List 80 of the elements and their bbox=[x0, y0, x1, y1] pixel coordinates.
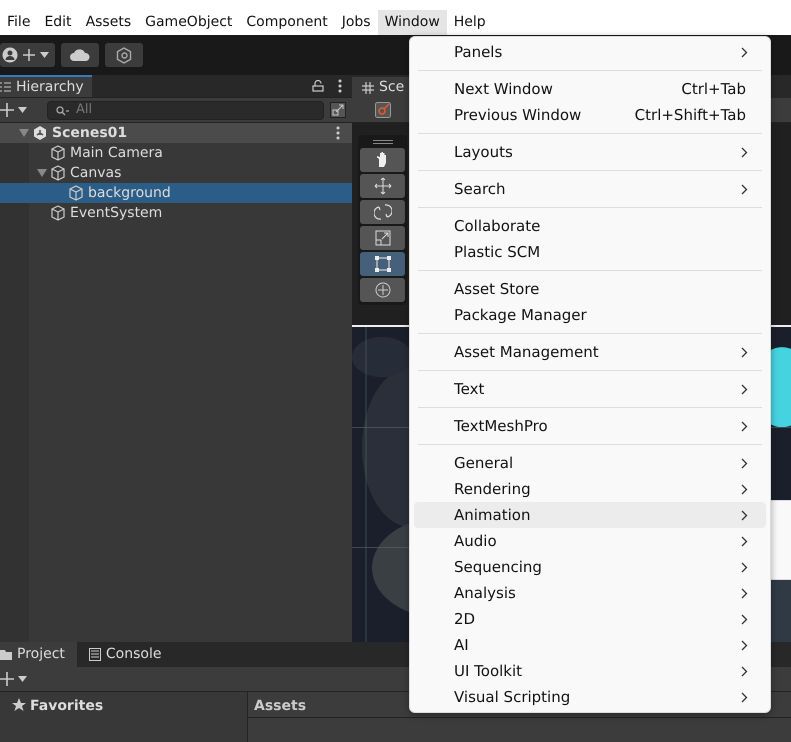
rect-tool-icon bbox=[374, 255, 392, 273]
favorites-label[interactable]: Favorites bbox=[30, 696, 104, 717]
star-icon bbox=[12, 698, 26, 712]
menu-item[interactable]: Jobs bbox=[334, 10, 378, 35]
menu-item[interactable]: Audio bbox=[414, 528, 766, 554]
gizmo-button[interactable] bbox=[372, 99, 394, 121]
menu-item[interactable]: Collaborate bbox=[414, 213, 766, 239]
menu-item[interactable]: UI Toolkit bbox=[414, 658, 766, 684]
plus-icon bbox=[22, 48, 36, 62]
menu-item[interactable]: Rendering bbox=[414, 476, 766, 502]
lock-icon[interactable] bbox=[312, 80, 324, 92]
expand-arrow-icon[interactable] bbox=[37, 169, 47, 177]
hexagon-icon bbox=[116, 46, 132, 64]
menu-item[interactable]: General bbox=[414, 450, 766, 476]
more-icon[interactable] bbox=[336, 126, 340, 140]
expand-icon[interactable] bbox=[330, 102, 346, 118]
menu-item[interactable]: Edit bbox=[37, 10, 79, 35]
tool-button[interactable] bbox=[360, 278, 405, 302]
menu-item[interactable]: Help bbox=[446, 10, 493, 35]
account-icon bbox=[2, 47, 18, 63]
list-icon bbox=[0, 82, 11, 92]
menu-item[interactable]: File bbox=[0, 10, 38, 35]
unity-icon bbox=[32, 125, 48, 141]
tool-button[interactable] bbox=[360, 226, 405, 250]
menu-item[interactable]: Asset Management bbox=[414, 339, 766, 365]
more-icon[interactable] bbox=[338, 79, 342, 93]
menu-item[interactable]: Window bbox=[378, 10, 447, 35]
cube-icon bbox=[50, 205, 66, 221]
shortcut-label: Ctrl+Shift+Tab bbox=[634, 104, 746, 126]
caret-icon bbox=[18, 107, 27, 113]
hierarchy-tab[interactable]: Hierarchy bbox=[0, 75, 92, 97]
search-field[interactable]: All bbox=[47, 100, 324, 120]
expand-arrow-icon[interactable] bbox=[19, 129, 29, 137]
shortcut-label: Ctrl+Tab bbox=[681, 78, 746, 100]
tool-button[interactable] bbox=[360, 174, 405, 198]
tool-button[interactable] bbox=[360, 148, 405, 172]
add-button[interactable] bbox=[0, 103, 27, 117]
menu-item[interactable]: Plastic SCM bbox=[414, 239, 766, 265]
plus-icon bbox=[0, 672, 14, 686]
menu-item[interactable]: Search bbox=[414, 176, 766, 202]
add-button[interactable] bbox=[0, 672, 27, 686]
gizmo-icon bbox=[375, 102, 391, 118]
caret-icon bbox=[40, 52, 49, 58]
menu-item[interactable]: 2D bbox=[414, 606, 766, 632]
menu-item[interactable]: Component bbox=[239, 10, 335, 35]
cube-icon bbox=[68, 185, 84, 201]
transform-icon bbox=[374, 281, 392, 299]
folder-icon bbox=[0, 649, 12, 660]
tool-button[interactable] bbox=[360, 252, 405, 276]
menu-item[interactable]: Package Manager bbox=[414, 302, 766, 328]
rotate-icon bbox=[374, 203, 392, 221]
menu-item[interactable]: Sequencing bbox=[414, 554, 766, 580]
scale-icon bbox=[374, 229, 392, 247]
version-control-button[interactable] bbox=[105, 43, 143, 67]
account-button[interactable] bbox=[0, 43, 55, 67]
menu-item[interactable]: Next Window Ctrl+Tab bbox=[414, 76, 766, 102]
plus-icon bbox=[0, 103, 14, 117]
panel-tab[interactable]: Project bbox=[0, 642, 77, 667]
menu-item[interactable]: Layouts bbox=[414, 139, 766, 165]
move-icon bbox=[374, 177, 392, 195]
cloud-icon bbox=[70, 49, 90, 61]
cloud-button[interactable] bbox=[61, 43, 99, 67]
cube-icon bbox=[50, 145, 66, 161]
menu-item[interactable]: Panels bbox=[414, 39, 766, 65]
menu-item[interactable]: Previous Window Ctrl+Shift+Tab bbox=[414, 102, 766, 128]
menu-item[interactable]: Text bbox=[414, 376, 766, 402]
tool-button[interactable] bbox=[360, 200, 405, 224]
cube-icon bbox=[50, 165, 66, 181]
menu-item[interactable]: Analysis bbox=[414, 580, 766, 606]
menu-item[interactable]: Asset Store bbox=[414, 276, 766, 302]
console-icon bbox=[88, 648, 101, 661]
menu-item[interactable]: Assets bbox=[78, 10, 138, 35]
grid-icon bbox=[362, 82, 374, 94]
menu-item[interactable]: Animation bbox=[414, 502, 766, 528]
menu-item[interactable]: AI bbox=[414, 632, 766, 658]
tree-item[interactable]: background bbox=[0, 183, 352, 203]
menu-item[interactable]: GameObject bbox=[138, 10, 240, 35]
menu-item[interactable]: TextMeshPro bbox=[414, 413, 766, 439]
caret-icon bbox=[18, 676, 27, 682]
tree-item[interactable]: Scenes01 bbox=[0, 123, 352, 143]
